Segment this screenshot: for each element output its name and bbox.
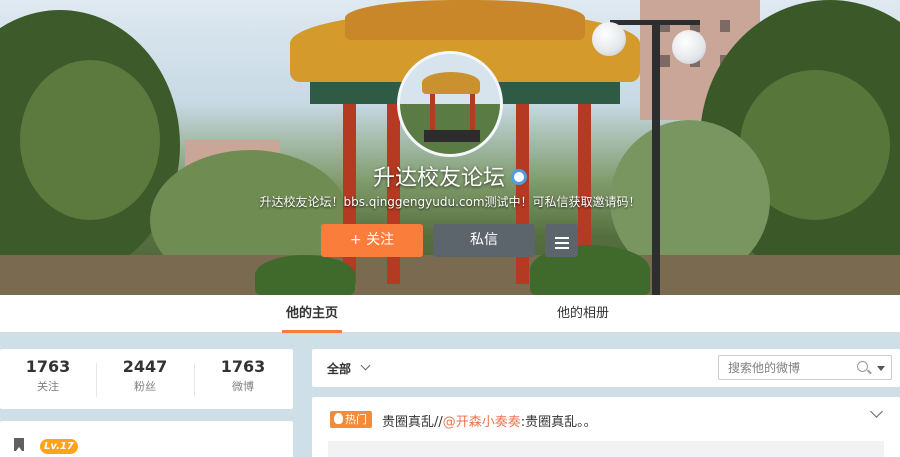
- hot-badge-label: 热门: [345, 413, 367, 426]
- pavilion-roof-top: [345, 0, 585, 40]
- chevron-down-icon[interactable]: [360, 360, 371, 371]
- active-tab-indicator: [282, 330, 343, 333]
- collapse-chevron-icon[interactable]: [870, 405, 883, 418]
- tab-album-label: 他的相册: [557, 306, 610, 321]
- dropdown-caret-icon[interactable]: [877, 366, 885, 371]
- flame-icon: [334, 413, 343, 424]
- lamp-globe: [672, 30, 706, 64]
- profile-description: 升达校友论坛！bbs.qinggengyudu.com测试中！可私信获取邀请码！: [259, 195, 641, 209]
- stats-card: 1763 关注 2447 粉丝 1763 微博: [0, 349, 293, 409]
- tab-home-label: 他的主页: [286, 306, 339, 321]
- feed-search: [718, 355, 892, 380]
- ground: [0, 255, 900, 295]
- message-button[interactable]: 私信: [433, 224, 535, 257]
- more-button[interactable]: [545, 224, 578, 257]
- bookmark-icon: [14, 438, 24, 451]
- lamp-post: [652, 20, 660, 295]
- level-badge[interactable]: Lv.17: [40, 439, 78, 454]
- stat-following-label: 关注: [37, 380, 59, 393]
- stat-posts-label: 微博: [232, 380, 254, 393]
- lamp-arm: [610, 20, 700, 25]
- stat-following[interactable]: 1763 关注: [0, 357, 96, 394]
- building-window: [660, 55, 670, 67]
- post-text: 贵圈真乱//@开森小奏奏:贵圈真乱。。: [382, 411, 597, 430]
- avatar-sign: [424, 130, 480, 142]
- search-icon[interactable]: [857, 361, 868, 372]
- level-card: Lv.17: [0, 421, 293, 457]
- hedge: [255, 255, 355, 295]
- menu-icon: [545, 224, 578, 249]
- hot-badge: 热门: [330, 411, 372, 428]
- post-media-area: [328, 441, 884, 457]
- follow-button[interactable]: + 关注: [321, 224, 423, 257]
- avatar[interactable]: [397, 51, 503, 157]
- lamp-globe: [592, 22, 626, 56]
- stat-followers-value: 2447: [122, 357, 168, 376]
- avatar-trees: [400, 104, 500, 154]
- post-mention-link[interactable]: @开森小奏奏: [443, 415, 521, 430]
- feed-filter-bar: 全部: [312, 349, 900, 387]
- post-text-after: :贵圈真乱。。: [520, 415, 597, 430]
- stat-following-value: 1763: [25, 357, 71, 376]
- tab-home[interactable]: 他的主页: [282, 295, 343, 333]
- stat-posts-value: 1763: [220, 357, 266, 376]
- profile-name-text: 升达校友论坛: [372, 166, 505, 191]
- stat-followers[interactable]: 2447 粉丝: [97, 357, 193, 394]
- post-text-before: 贵圈真乱//: [382, 415, 443, 430]
- tab-album[interactable]: 他的相册: [557, 295, 609, 333]
- building-window: [720, 20, 730, 32]
- profile-name: 升达校友论坛: [0, 160, 900, 192]
- profile-tabbar: 他的主页 他的相册: [0, 295, 900, 333]
- stat-followers-label: 粉丝: [134, 380, 156, 393]
- verified-icon[interactable]: [511, 169, 527, 185]
- avatar-pavilion-roof: [422, 72, 480, 94]
- feed-post: 热门 贵圈真乱//@开森小奏奏:贵圈真乱。。: [312, 397, 900, 457]
- stat-posts[interactable]: 1763 微博: [195, 357, 291, 394]
- search-input[interactable]: [719, 356, 845, 379]
- filter-all-dropdown[interactable]: 全部: [327, 360, 351, 377]
